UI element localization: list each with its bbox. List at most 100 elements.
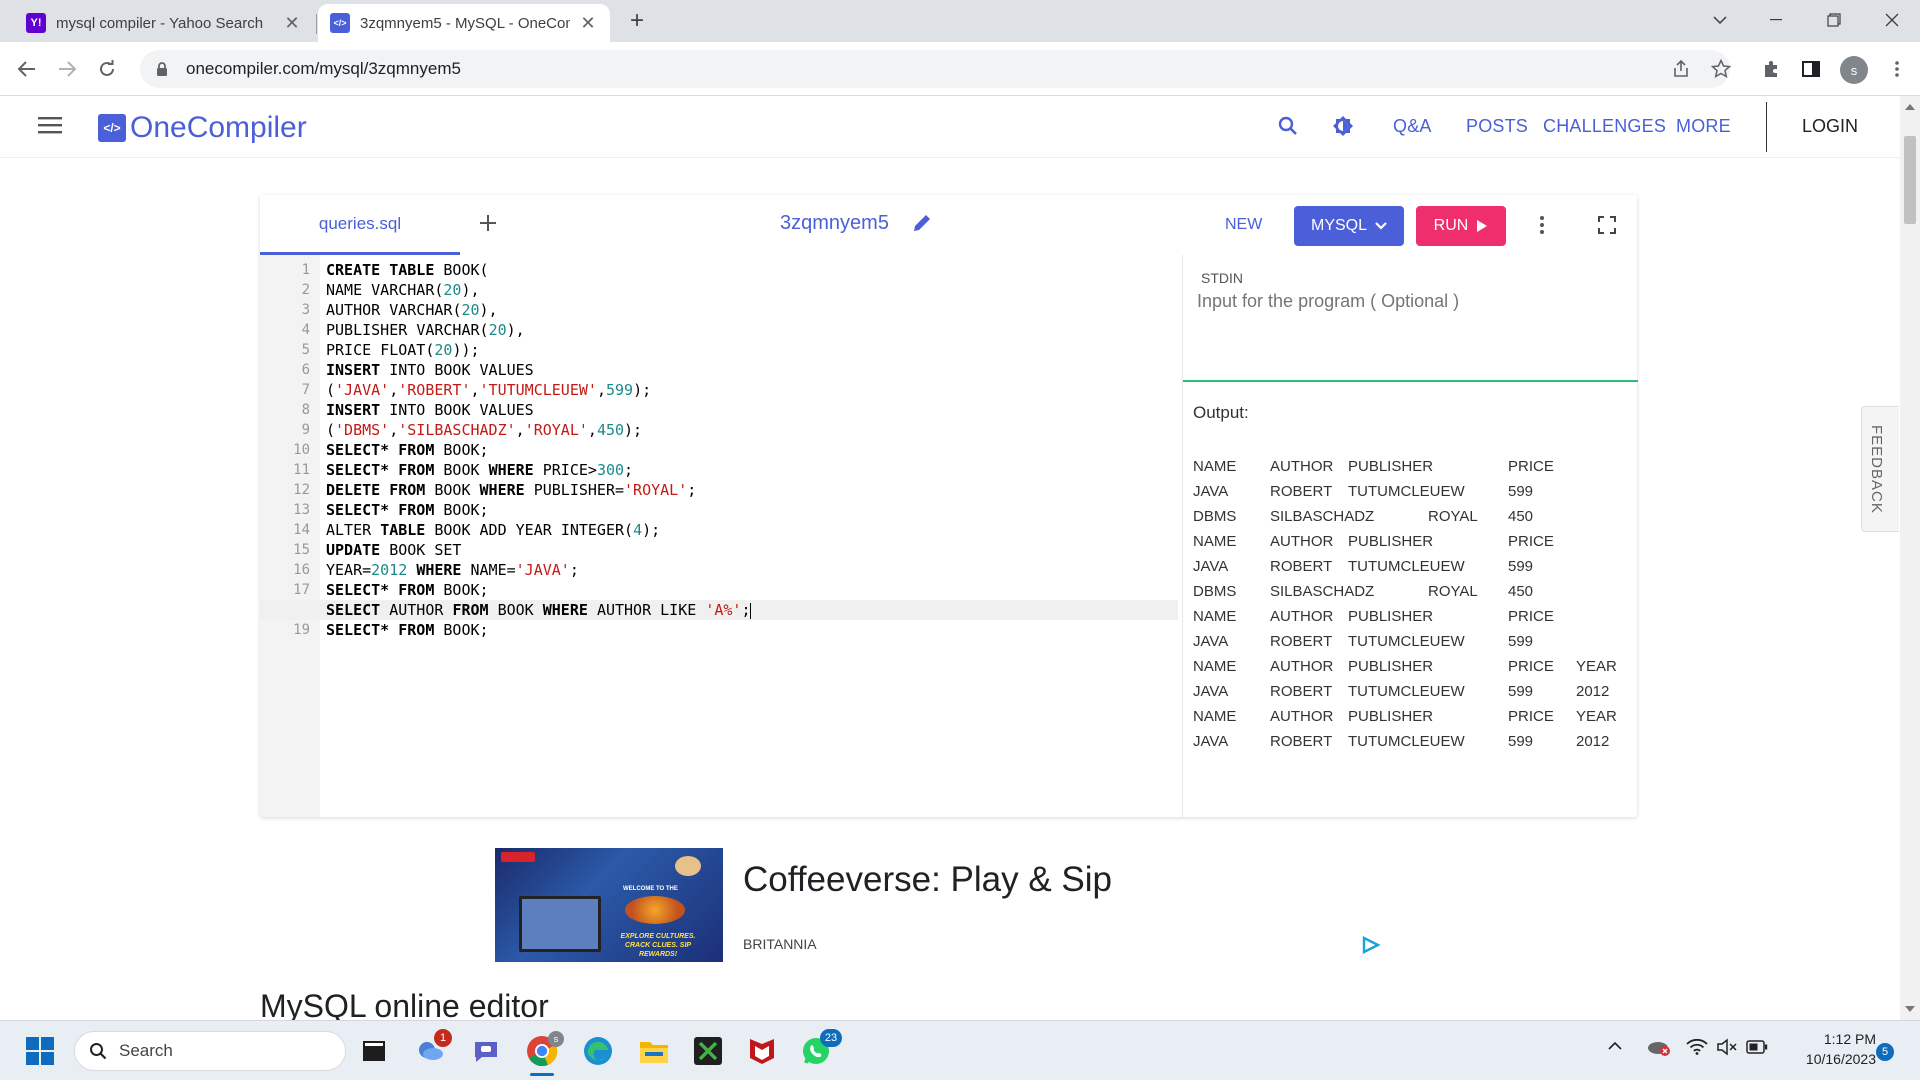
task-view-icon[interactable] [352, 1029, 396, 1073]
line-number: 14 [293, 522, 310, 538]
theme-toggle-icon[interactable] [1332, 115, 1354, 137]
language-select-button[interactable]: MYSQL [1294, 206, 1404, 246]
play-icon [1477, 220, 1488, 232]
britannia-logo-badge [501, 852, 535, 862]
line-number: 6 [301, 362, 310, 378]
io-panel: STDIN Output: NAMEAUTHORPUBLISHERPRICEJA… [1182, 255, 1638, 817]
code-line[interactable]: SELECT* FROM BOOK; [326, 500, 1184, 520]
feedback-label: FEEDBACK [1868, 425, 1885, 514]
notification-badge[interactable]: 5 [1876, 1043, 1894, 1061]
share-icon[interactable] [1664, 52, 1698, 86]
language-label: MYSQL [1310, 217, 1367, 234]
minimize-icon[interactable] [1748, 0, 1804, 40]
new-tab-icon[interactable]: + [622, 6, 652, 36]
code-line[interactable]: SELECT* FROM BOOK WHERE PRICE>300; [326, 460, 1184, 480]
extensions-icon[interactable] [1754, 52, 1788, 86]
more-options-icon[interactable] [1540, 216, 1544, 234]
battery-icon[interactable] [1746, 1040, 1768, 1054]
tab-title: mysql compiler - Yahoo Search R [56, 14, 266, 32]
restore-icon[interactable] [1806, 0, 1862, 40]
taskbar-clock[interactable]: 1:12 PM 10/16/2023 [1780, 1029, 1876, 1069]
code-line[interactable]: ('JAVA','ROBERT','TUTUMCLEUEW',599); [326, 380, 1184, 400]
code-line[interactable]: SELECT AUTHOR FROM BOOK WHERE AUTHOR LIK… [326, 600, 1184, 620]
edge-icon[interactable] [576, 1029, 620, 1073]
add-file-icon[interactable] [478, 213, 498, 233]
new-button[interactable]: NEW [1225, 216, 1262, 234]
bookmark-star-icon[interactable] [1704, 52, 1738, 86]
onecompiler-logo[interactable]: </> OneCompiler [98, 111, 307, 145]
code-line[interactable]: SELECT* FROM BOOK; [326, 620, 1184, 640]
code-line[interactable]: YEAR=2012 WHERE NAME='JAVA'; [326, 560, 1184, 580]
code-line[interactable]: DELETE FROM BOOK WHERE PUBLISHER='ROYAL'… [326, 480, 1184, 500]
hamburger-menu-icon[interactable] [38, 116, 62, 134]
code-line[interactable]: ALTER TABLE BOOK ADD YEAR INTEGER(4); [326, 520, 1184, 540]
yahoo-favicon-icon: Y! [26, 13, 46, 33]
side-panel-icon[interactable] [1794, 52, 1828, 86]
xbox-icon[interactable] [686, 1029, 730, 1073]
line-number: 8 [301, 402, 310, 418]
page-scrollbar[interactable] [1900, 96, 1920, 1020]
teams-chat-icon[interactable] [464, 1029, 508, 1073]
output-cell: SILBASCHADZ [1270, 508, 1375, 525]
windows-start-icon[interactable] [18, 1029, 62, 1073]
taskbar-search-box[interactable]: Search [74, 1031, 346, 1071]
edit-title-pencil-icon[interactable] [912, 213, 932, 233]
code-editor[interactable]: CREATE TABLE BOOK(NAME VARCHAR(20), AUTHO… [260, 255, 1178, 817]
scrollbar-thumb[interactable] [1904, 136, 1916, 224]
output-cell: PUBLISHER [1348, 533, 1434, 550]
tab-search-chevron-icon[interactable] [1692, 0, 1748, 40]
close-tab-icon[interactable]: ✕ [578, 13, 598, 34]
nav-challenges[interactable]: CHALLENGES [1543, 116, 1666, 137]
code-line[interactable]: UPDATE BOOK SET [326, 540, 1184, 560]
code-line[interactable]: PUBLISHER VARCHAR(20), [326, 320, 1184, 340]
nav-posts[interactable]: POSTS [1466, 116, 1528, 137]
run-button[interactable]: RUN [1416, 206, 1506, 246]
address-bar[interactable]: onecompiler.com/mysql/3zqmnyem5 [140, 50, 1730, 88]
fullscreen-icon[interactable] [1598, 216, 1616, 234]
line-number: 12 [293, 482, 310, 498]
onedrive-icon[interactable] [1646, 1037, 1672, 1057]
chrome-profile-badge: s [548, 1031, 564, 1047]
wifi-icon[interactable] [1686, 1039, 1708, 1055]
weather-widget-icon[interactable]: 1 [408, 1029, 452, 1073]
advertisement[interactable]: WELCOME TO THE EXPLORE CULTURES. CRACK C… [495, 848, 1395, 962]
back-icon[interactable] [10, 52, 44, 86]
output-cell: DBMS [1193, 583, 1237, 600]
code-line[interactable]: CREATE TABLE BOOK( [326, 260, 1184, 280]
code-line[interactable]: NAME VARCHAR(20), [326, 280, 1184, 300]
code-line[interactable]: ('DBMS','SILBASCHADZ','ROYAL',450); [326, 420, 1184, 440]
browser-tab-onecompiler[interactable]: </> 3zqmnyem5 - MySQL - OneCom ✕ [318, 4, 610, 42]
scroll-down-icon[interactable] [1905, 1006, 1915, 1012]
nav-qa[interactable]: Q&A [1393, 116, 1432, 137]
file-tab-queries[interactable]: queries.sql [260, 195, 460, 255]
adchoices-icon[interactable] [1361, 936, 1381, 954]
profile-avatar[interactable]: s [1840, 56, 1868, 84]
code-line[interactable]: AUTHOR VARCHAR(20), [326, 300, 1184, 320]
ad-image[interactable]: WELCOME TO THE EXPLORE CULTURES. CRACK C… [495, 848, 723, 962]
volume-muted-icon[interactable] [1716, 1038, 1738, 1056]
browser-menu-icon[interactable] [1880, 52, 1914, 86]
feedback-tab[interactable]: FEEDBACK [1861, 406, 1899, 532]
code-line[interactable]: INSERT INTO BOOK VALUES [326, 400, 1184, 420]
nav-more[interactable]: MORE [1676, 116, 1731, 137]
code-line[interactable]: PRICE FLOAT(20)); [326, 340, 1184, 360]
login-link[interactable]: LOGIN [1802, 116, 1858, 137]
scroll-up-icon[interactable] [1905, 104, 1915, 110]
whatsapp-icon[interactable]: 23 [794, 1029, 842, 1073]
mcafee-icon[interactable] [740, 1029, 784, 1073]
output-cell: NAME [1193, 608, 1237, 625]
search-icon[interactable] [1278, 116, 1298, 136]
ad-headline[interactable]: Coffeeverse: Play & Sip [743, 860, 1112, 900]
show-hidden-icons-chevron[interactable] [1608, 1041, 1622, 1050]
browser-tab-yahoo[interactable]: Y! mysql compiler - Yahoo Search R ✕ [14, 4, 314, 42]
close-tab-icon[interactable]: ✕ [282, 13, 302, 34]
file-explorer-icon[interactable] [632, 1029, 676, 1073]
code-line[interactable]: SELECT* FROM BOOK; [326, 580, 1184, 600]
reload-icon[interactable] [90, 52, 124, 86]
chrome-icon[interactable]: s [520, 1029, 564, 1076]
forward-icon[interactable] [50, 52, 84, 86]
code-line[interactable]: SELECT* FROM BOOK; [326, 440, 1184, 460]
output-cell: DBMS [1193, 508, 1237, 525]
close-window-icon[interactable] [1864, 0, 1920, 40]
code-line[interactable]: INSERT INTO BOOK VALUES [326, 360, 1184, 380]
